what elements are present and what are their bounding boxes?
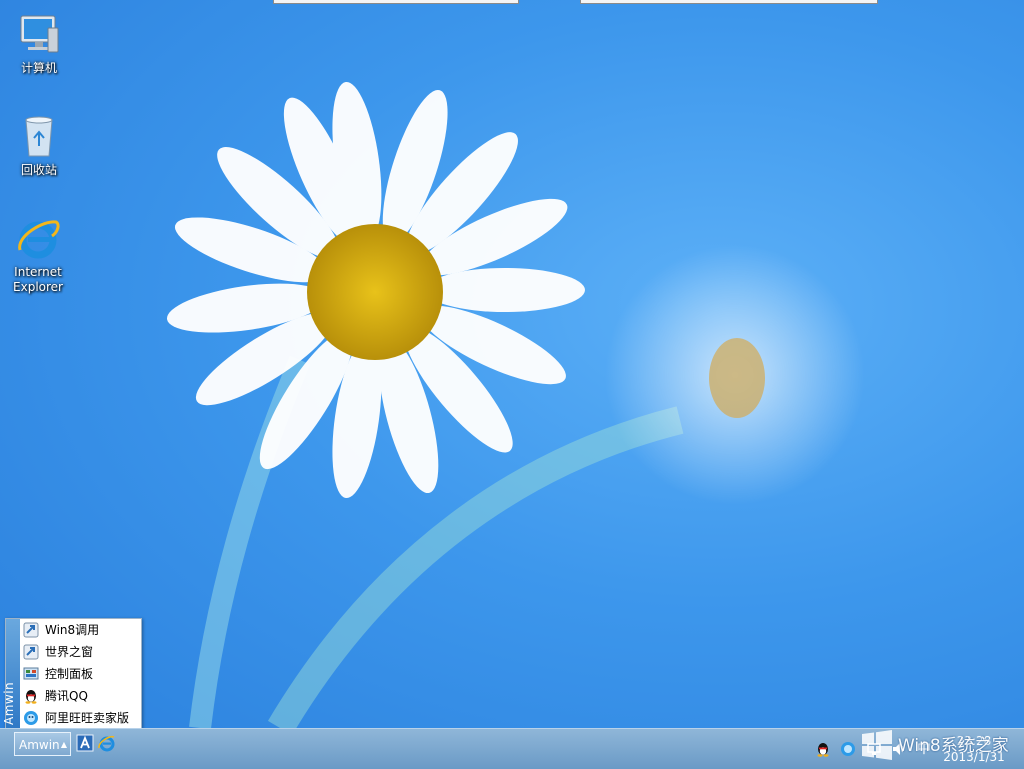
start-button-label: Amwin [19,738,60,752]
menu-item-label: Win8调用 [45,623,100,637]
start-menu-brand-strip: Amwin [2,619,20,728]
recycle-bin-icon [25,116,53,157]
watermark-text: Win8系统之家 [898,736,1009,756]
menu-item-label: 腾讯QQ [45,689,88,703]
aliwangwang-icon[interactable] [840,741,856,757]
windows-logo-icon [862,730,892,760]
menu-item-label: 世界之窗 [45,645,94,659]
desktop-icon-computer[interactable]: 计算机 [4,10,74,76]
desktop-icon-label: 回收站 [20,163,57,177]
desktop-icon-internet-explorer[interactable]: Internet Explorer [3,214,73,295]
menu-item-win8-call[interactable]: Win8调用 [20,619,141,641]
qq-penguin-icon [25,690,37,704]
app-a-launcher-icon[interactable] [76,734,94,752]
amwin-start-button[interactable]: Amwin ▲ [14,732,71,756]
qq-penguin-icon[interactable] [815,741,831,757]
desktop-wallpaper [166,81,865,728]
menu-item-label: 控制面板 [45,667,94,681]
menu-item-control-panel[interactable]: 控制面板 [20,663,141,685]
aliwangwang-icon [24,711,38,725]
desktop-icon-label: 计算机 [20,61,57,75]
desktop-icon-recycle-bin[interactable]: 回收站 [4,112,74,178]
start-menu: Amwin Win8调用 世界之窗 控制面板 腾讯QQ 阿里旺旺卖家版 [2,618,142,729]
top-edge-bar-left [273,0,519,4]
chevron-up-icon: ▲ [60,740,67,749]
menu-item-tencent-qq[interactable]: 腾讯QQ [20,685,141,707]
menu-item-label: 阿里旺旺卖家版 [45,711,130,725]
top-edge-bar-right [580,0,878,4]
menu-item-aliwangwang-seller[interactable]: 阿里旺旺卖家版 [20,707,141,729]
internet-explorer-icon [18,220,60,259]
computer-icon [20,15,59,53]
shortcut-arrow-icon [23,644,39,660]
desktop-icon-label: Internet Explorer [13,265,63,294]
menu-item-theworld-browser[interactable]: 世界之窗 [20,641,141,663]
shortcut-arrow-icon [23,622,39,638]
start-menu-brand: Amwin [2,681,16,725]
site-watermark: Win8系统之家 [858,727,1024,763]
internet-explorer-icon[interactable] [98,734,116,752]
control-panel-icon [23,667,39,680]
